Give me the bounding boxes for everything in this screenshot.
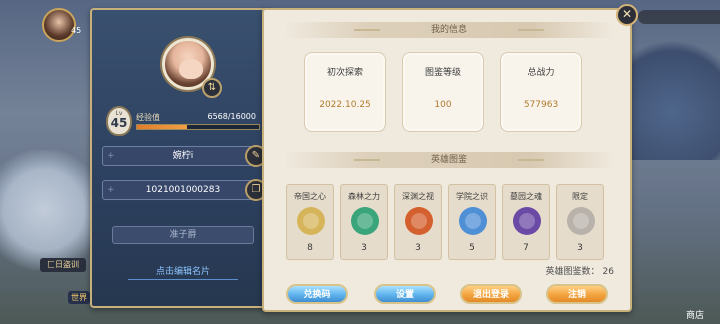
hero-card-forest-power[interactable]: 森林之力 3 — [340, 184, 388, 260]
player-id-field: 1021001000283 ❐ — [102, 179, 267, 201]
heroes-section-title: 英雄图鉴 — [284, 152, 614, 168]
stat-card-collection-level: 图鉴等级 100 — [402, 52, 484, 132]
close-icon[interactable]: ✕ — [616, 4, 638, 26]
swap-icon[interactable]: ⇅ — [202, 78, 222, 98]
info-section-title: 我的信息 — [284, 22, 614, 38]
academy-knowledge-emblem-icon — [459, 207, 487, 235]
hud-shop-label[interactable]: 商店 — [686, 308, 704, 321]
stat-value: 577963 — [523, 100, 559, 110]
hero-card-count: 5 — [469, 243, 475, 253]
redeem-code-button[interactable]: 兑换码 — [286, 284, 348, 304]
settings-button[interactable]: 设置 — [374, 284, 436, 304]
hud-resource-bar — [638, 10, 720, 24]
stat-label: 图鉴等级 — [424, 68, 461, 78]
player-name-field: 婉柠i ✎ — [102, 145, 267, 167]
hero-card-academy-knowledge[interactable]: 学院之识 5 — [448, 184, 496, 260]
exp-value: 6568/16000 — [207, 112, 256, 121]
forest-power-emblem-icon — [351, 207, 379, 235]
hero-card-count: 8 — [307, 243, 313, 253]
hero-card-abyss-sight[interactable]: 深渊之视 3 — [394, 184, 442, 260]
hero-card-label: 限定 — [572, 192, 588, 201]
level-badge: Lv 45 — [106, 106, 132, 136]
avatar-face — [179, 59, 203, 79]
hud-world-chat-tag[interactable]: 世界 — [68, 291, 90, 304]
hud-level: 45 — [71, 26, 82, 35]
stat-card-total-power: 总战力 577963 — [500, 52, 582, 132]
stat-label: 总战力 — [527, 68, 555, 78]
stat-value: 2022.10.25 — [319, 100, 371, 110]
hud-side-label[interactable]: 匚日盗训 — [40, 258, 86, 272]
edit-card-link[interactable]: 点击编辑名片 — [128, 264, 238, 280]
hero-card-label: 学院之识 — [456, 192, 488, 201]
profile-panel: ⇅ Lv 45 经验值 6568/16000 婉柠i ✎ 10210010002… — [90, 8, 272, 308]
hero-card-count: 7 — [523, 243, 529, 253]
player-name: 婉柠i — [172, 151, 194, 161]
hero-collection-total: 英雄图鉴数： 26 — [546, 264, 614, 277]
hero-card-count: 3 — [577, 243, 583, 253]
cancel-account-button[interactable]: 注销 — [546, 284, 608, 304]
hero-card-count: 3 — [361, 243, 367, 253]
limited-emblem-icon — [567, 207, 595, 235]
hero-card-limited[interactable]: 限定 3 — [556, 184, 604, 260]
player-id: 1021001000283 — [145, 185, 221, 195]
logout-button[interactable]: 退出登录 — [460, 284, 522, 304]
hud-avatar[interactable] — [42, 8, 76, 42]
exp-bar-fill — [137, 125, 188, 129]
hero-card-label: 深渊之视 — [402, 192, 434, 201]
hero-card-label: 森林之力 — [348, 192, 380, 201]
hero-card-graveyard-soul[interactable]: 墓园之魂 7 — [502, 184, 550, 260]
stat-card-first-explore: 初次探索 2022.10.25 — [304, 52, 386, 132]
hero-card-label: 墓园之魂 — [510, 192, 542, 201]
hero-total-value: 26 — [602, 267, 614, 277]
graveyard-soul-emblem-icon — [513, 207, 541, 235]
hero-card-empire-heart[interactable]: 帝国之心 8 — [286, 184, 334, 260]
hero-total-label: 英雄图鉴数： — [545, 267, 600, 277]
exp-bar — [136, 124, 260, 130]
level-value: 45 — [110, 116, 128, 130]
hero-card-label: 帝国之心 — [294, 192, 326, 201]
exp-label: 经验值 — [136, 113, 160, 122]
empire-heart-emblem-icon — [297, 207, 325, 235]
hero-card-count: 3 — [415, 243, 421, 253]
stat-label: 初次探索 — [326, 68, 363, 78]
player-title-field[interactable]: 准子爵 — [112, 226, 254, 244]
abyss-sight-emblem-icon — [405, 207, 433, 235]
info-panel: 我的信息 初次探索 2022.10.25 图鉴等级 100 总战力 577963… — [262, 8, 632, 312]
stat-value: 100 — [434, 100, 452, 110]
